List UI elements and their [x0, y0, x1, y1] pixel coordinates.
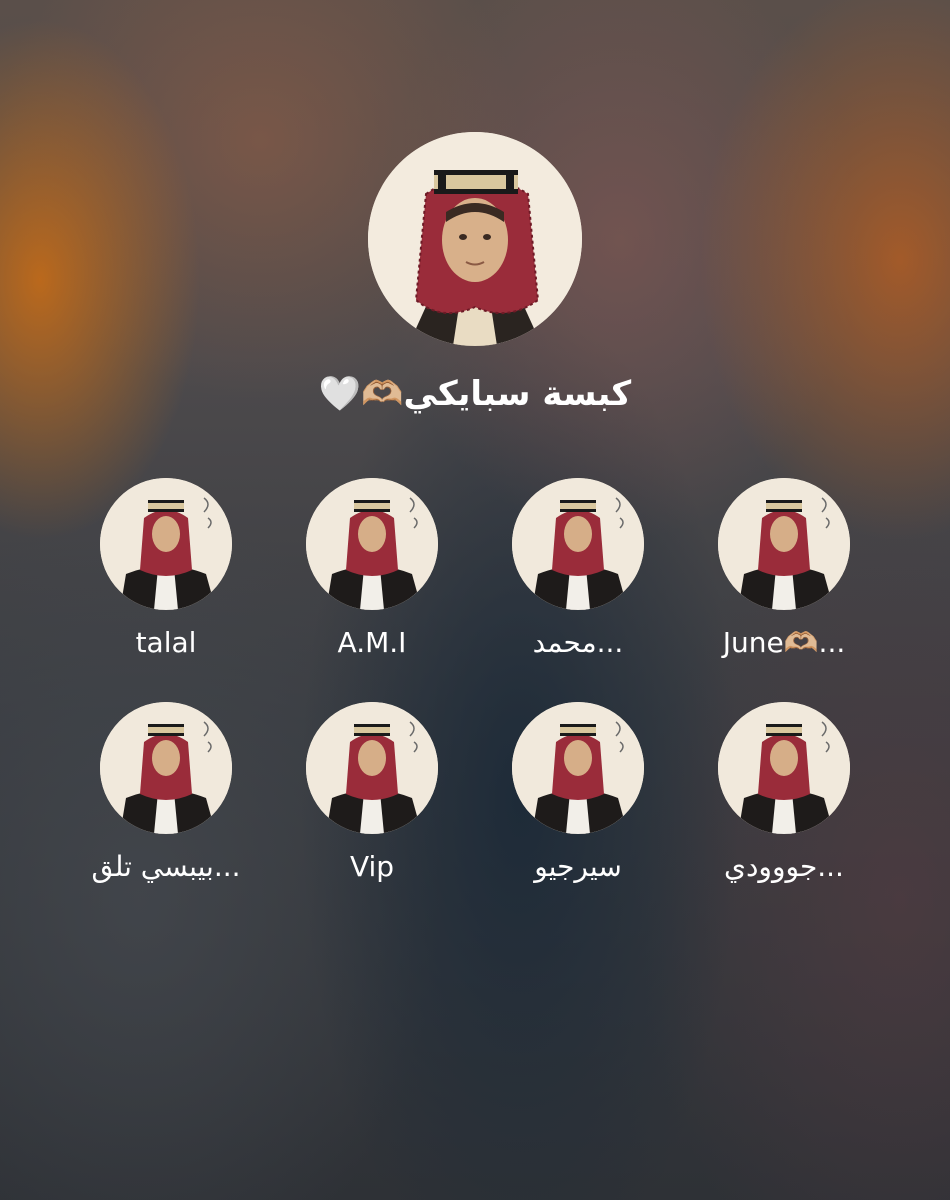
- person-in-shemagh-icon: [718, 478, 850, 610]
- person-in-shemagh-icon: [718, 702, 850, 834]
- contact-item[interactable]: June🫶🏼...: [688, 478, 888, 678]
- contact-name: جووودي...: [724, 850, 844, 883]
- person-in-shemagh-icon: [306, 702, 438, 834]
- contact-avatar[interactable]: [100, 478, 232, 610]
- contact-item[interactable]: محمد...: [482, 478, 682, 678]
- person-in-shemagh-icon: [512, 478, 644, 610]
- contact-avatar[interactable]: [512, 478, 644, 610]
- contact-item[interactable]: talal: [70, 478, 270, 678]
- contact-avatar[interactable]: [512, 702, 644, 834]
- contacts-grid: talal A.M.I محمد... June🫶🏼... بيبسي تلق.…: [70, 478, 880, 898]
- contact-item[interactable]: جووودي...: [688, 702, 888, 902]
- person-in-shemagh-icon: [368, 132, 582, 346]
- profile-name: كبسة سبايكي🫶🏼🤍: [318, 374, 632, 414]
- contact-item[interactable]: A.M.I: [276, 478, 476, 678]
- contact-item[interactable]: Vip: [276, 702, 476, 902]
- person-in-shemagh-icon: [512, 702, 644, 834]
- contact-name: A.M.I: [337, 626, 407, 659]
- contact-name: محمد...: [532, 626, 624, 659]
- contact-name: بيبسي تلق...: [91, 850, 241, 883]
- contact-avatar[interactable]: [306, 702, 438, 834]
- contact-name: June🫶🏼...: [722, 626, 846, 659]
- contact-avatar[interactable]: [100, 702, 232, 834]
- person-in-shemagh-icon: [100, 702, 232, 834]
- contact-item[interactable]: بيبسي تلق...: [70, 702, 270, 902]
- contact-avatar[interactable]: [718, 702, 850, 834]
- contact-name: سيرجيو: [534, 850, 622, 883]
- contact-avatar[interactable]: [718, 478, 850, 610]
- person-in-shemagh-icon: [306, 478, 438, 610]
- person-in-shemagh-icon: [100, 478, 232, 610]
- contact-name: talal: [135, 626, 197, 659]
- contact-name: Vip: [349, 850, 395, 883]
- contact-item[interactable]: سيرجيو: [482, 702, 682, 902]
- contact-avatar[interactable]: [306, 478, 438, 610]
- profile-avatar[interactable]: [368, 132, 582, 346]
